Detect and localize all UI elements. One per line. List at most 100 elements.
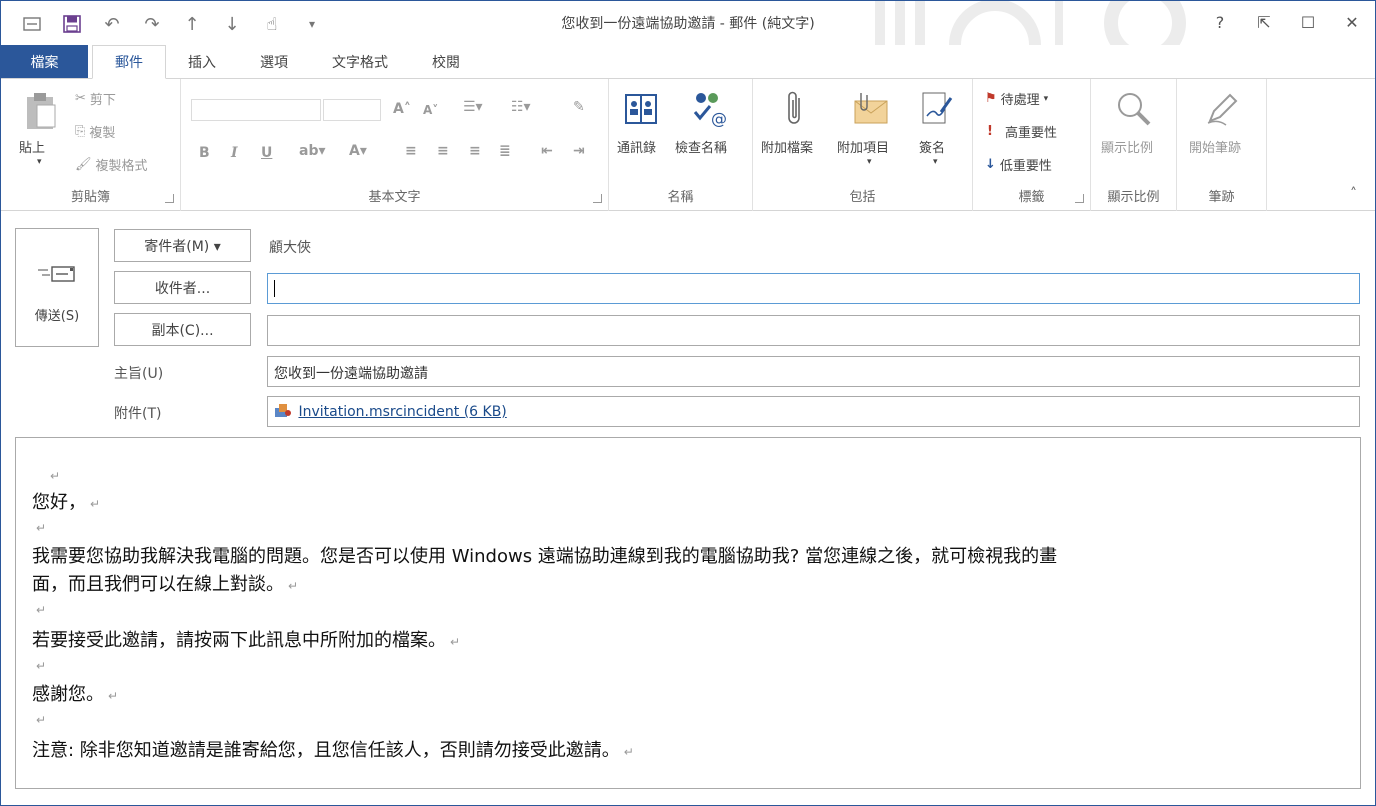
copy-label: 複製: [89, 126, 116, 141]
close-icon[interactable]: ✕: [1339, 9, 1365, 35]
body-line-1: ↵: [46, 464, 60, 485]
check-names-label[interactable]: 檢查名稱: [675, 137, 727, 156]
check-names-icon[interactable]: @: [687, 89, 731, 129]
body-line-4: 我需要您協助我解決我電腦的問題。您是否可以使用 Windows 遠端協助連線到我…: [32, 546, 1058, 567]
body-line-5: 面，而且我們可以在線上對談。 ↵: [32, 574, 299, 595]
body-line-9: 感謝您。 ↵: [32, 684, 119, 705]
signature-label[interactable]: 簽名: [919, 137, 945, 156]
high-importance-button[interactable]: ! 高重要性: [987, 122, 1057, 141]
attachments-field[interactable]: Invitation.msrcincident (6 KB): [267, 396, 1360, 427]
pen-icon[interactable]: [1201, 89, 1243, 129]
send-button[interactable]: 傳送(S): [15, 228, 99, 347]
format-painter-label: 複製格式: [95, 159, 148, 174]
paste-icon[interactable]: [21, 89, 61, 133]
zoom-group-label: 顯示比例: [1107, 190, 1160, 205]
font-color-icon[interactable]: A▾: [349, 143, 367, 159]
paragraph-mark: ↵: [108, 689, 119, 703]
low-importance-button[interactable]: ↓ 低重要性: [985, 155, 1052, 174]
names-group-label: 名稱: [667, 190, 694, 205]
signature-icon[interactable]: [917, 89, 957, 129]
address-book-label[interactable]: 通訊錄: [617, 137, 656, 156]
align-left-icon[interactable]: ≡: [405, 143, 417, 159]
tags-launcher-icon[interactable]: [1075, 194, 1084, 203]
grow-font-icon[interactable]: A˄: [393, 101, 411, 117]
start-inking-label[interactable]: 開始筆跡: [1189, 137, 1241, 156]
from-value: 顧大俠: [269, 240, 311, 256]
basic-text-group: A˄ A˅ ☰▾ ☷▾ ✎ B I U ab▾ A▾ ≡ ≡ ≡ ≣ ⇤ ⇥ 基…: [181, 79, 609, 211]
shrink-font-icon[interactable]: A˅: [423, 103, 438, 117]
tab-format-text[interactable]: 文字格式: [310, 45, 410, 78]
decrease-indent-icon[interactable]: ⇤: [541, 143, 553, 159]
paste-button-label[interactable]: 貼上: [19, 137, 45, 156]
magnifier-icon[interactable]: [1113, 89, 1155, 129]
clear-formatting-icon[interactable]: ✎: [573, 99, 585, 115]
bold-button[interactable]: B: [199, 145, 210, 161]
tab-file[interactable]: 檔案: [1, 45, 88, 78]
cc-button[interactable]: 副本(C)...: [114, 313, 251, 346]
svg-text:@: @: [711, 109, 727, 128]
justify-icon[interactable]: ≣: [499, 143, 511, 159]
paragraph-mark: ↵: [36, 659, 47, 673]
attach-item-dropdown-icon[interactable]: ▾: [867, 157, 872, 167]
body-line-10: ↵: [32, 708, 46, 729]
font-name-combo[interactable]: [191, 99, 321, 121]
maximize-icon[interactable]: ☐: [1295, 9, 1321, 35]
paste-dropdown-icon[interactable]: ▾: [37, 157, 42, 167]
bullets-icon[interactable]: ☰▾: [463, 99, 483, 115]
paragraph-mark: ↵: [623, 745, 634, 759]
paragraph-mark: ↵: [36, 603, 47, 617]
to-button[interactable]: 收件者...: [114, 271, 251, 304]
subject-field[interactable]: 您收到一份遠端協助邀請: [267, 356, 1360, 387]
address-book-icon[interactable]: [621, 89, 661, 129]
format-painter-button[interactable]: 🖌 複製格式: [75, 155, 148, 174]
body-line-8: ↵: [32, 654, 46, 675]
tags-group: ⚑ 待處理 ▾ ! 高重要性 ↓ 低重要性 標籤: [973, 79, 1091, 211]
message-body[interactable]: ↵ 您好， ↵ ↵ 我需要您協助我解決我電腦的問題。您是否可以使用 Windows…: [15, 437, 1361, 789]
from-button[interactable]: 寄件者(M) ▾: [114, 229, 251, 262]
increase-indent-icon[interactable]: ⇥: [573, 143, 585, 159]
basic-text-launcher-icon[interactable]: [593, 194, 602, 203]
body-line-3: ↵: [32, 516, 46, 537]
cut-button[interactable]: ✂ 剪下: [75, 89, 116, 108]
body-line-11: 注意: 除非您知道邀請是誰寄給您，且您信任該人，否則請勿接受此邀請。 ↵: [32, 740, 634, 761]
attach-item-label[interactable]: 附加項目: [837, 137, 889, 156]
window-title: 您收到一份遠端協助邀請 - 郵件 (純文字): [561, 16, 815, 32]
follow-up-label: 待處理: [1000, 93, 1040, 108]
font-size-combo[interactable]: [323, 99, 381, 121]
tab-insert[interactable]: 插入: [166, 45, 238, 78]
text-caret: [274, 280, 275, 297]
highlight-icon[interactable]: ab▾: [299, 143, 326, 159]
window-controls: ? ⇱ ☐ ✕: [1207, 9, 1365, 35]
signature-dropdown-icon[interactable]: ▾: [933, 157, 938, 167]
tab-options[interactable]: 選項: [238, 45, 310, 78]
align-right-icon[interactable]: ≡: [469, 143, 481, 159]
to-field[interactable]: [267, 273, 1360, 304]
ribbon-display-options-icon[interactable]: ⇱: [1251, 9, 1277, 35]
clipboard-group: 貼上 ▾ ✂ 剪下 ⎘ 複製 🖌 複製格式 剪貼簿: [1, 79, 181, 211]
attachment-link[interactable]: Invitation.msrcincident (6 KB): [298, 404, 506, 420]
names-group: 通訊錄 @ 檢查名稱 名稱: [609, 79, 753, 211]
underline-button[interactable]: U: [261, 145, 272, 161]
help-icon[interactable]: ?: [1207, 9, 1233, 35]
paragraph-mark: ↵: [450, 635, 461, 649]
paragraph-mark: ↵: [50, 469, 61, 483]
outlook-message-window: ↶ ↷ ↑ ↓ ☝ ▾ 您收到一份遠端協助邀請 - 郵件 (純文字) ? ⇱ ☐…: [0, 0, 1376, 806]
tab-review[interactable]: 校閱: [410, 45, 482, 78]
copy-button[interactable]: ⎘ 複製: [75, 122, 115, 141]
body-line-6: ↵: [32, 598, 46, 619]
subject-label: 主旨(U): [114, 366, 164, 382]
follow-up-button[interactable]: ⚑ 待處理 ▾: [985, 89, 1048, 108]
cc-field[interactable]: [267, 315, 1360, 346]
zoom-button-label[interactable]: 顯示比例: [1101, 137, 1153, 156]
collapse-ribbon-icon[interactable]: ˄: [1350, 186, 1357, 202]
attach-item-icon[interactable]: [849, 89, 893, 129]
include-group: 附加檔案 附加項目 ▾ 簽名 ▾ 包括: [753, 79, 973, 211]
numbering-icon[interactable]: ☷▾: [511, 99, 531, 115]
align-center-icon[interactable]: ≡: [437, 143, 449, 159]
attach-file-label[interactable]: 附加檔案: [761, 137, 813, 156]
clipboard-launcher-icon[interactable]: [165, 194, 174, 203]
tab-message[interactable]: 郵件: [92, 45, 166, 79]
italic-button[interactable]: I: [231, 145, 238, 161]
paperclip-icon[interactable]: [777, 89, 813, 129]
flag-icon: ⚑: [985, 91, 997, 106]
